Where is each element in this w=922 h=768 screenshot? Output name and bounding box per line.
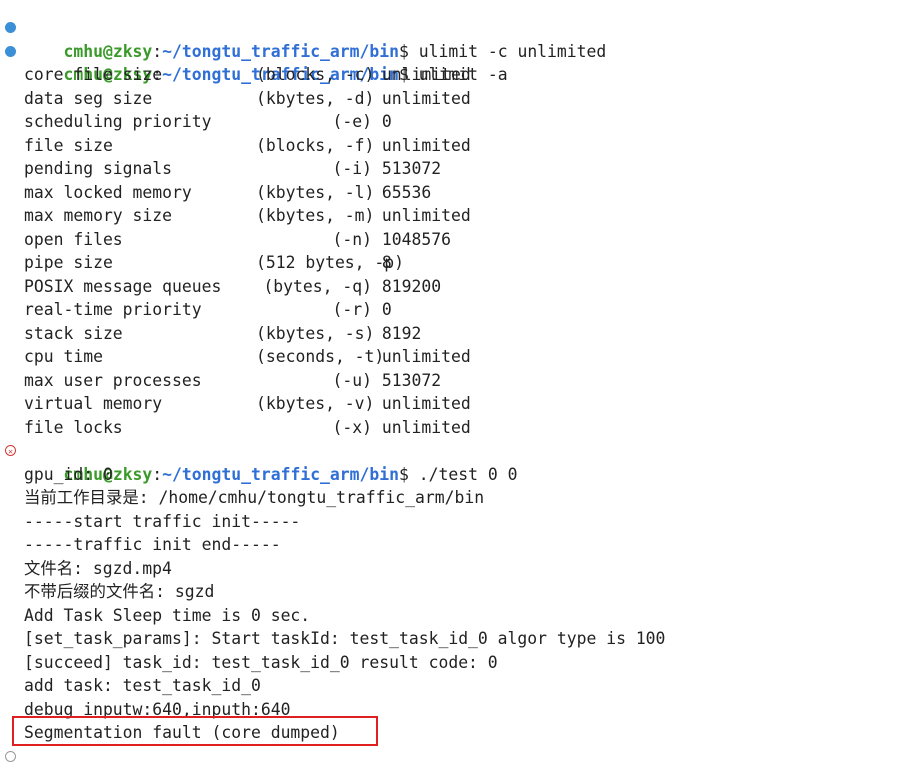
ulimit-name: max user processes (24, 370, 202, 390)
output-line: -----traffic init end----- (24, 535, 281, 554)
output-line: 不带后缀的文件名: sgzd (24, 582, 215, 601)
ulimit-value: unlimited (381, 394, 471, 413)
ulimit-name: virtual memory (24, 394, 163, 413)
ulimit-unit: (bytes, -q) (263, 276, 372, 296)
ulimit-row: stack size (kbytes, -s) 8192 (0, 322, 922, 346)
ulimit-unit: (-i) (332, 159, 372, 178)
ulimit-name: data seg size (24, 88, 153, 108)
ulimit-row: data seg size (kbytes, -d) unlimited (0, 87, 922, 111)
ulimit-name: stack size (24, 323, 123, 343)
ulimit-value: 1048576 (381, 229, 451, 249)
ulimit-row: file locks (-x) unlimited (0, 416, 922, 440)
ulimit-unit: (-n) (332, 229, 372, 249)
ulimit-unit: (-x) (332, 417, 372, 437)
active-prompt-line[interactable]: cmhu@zksy:~/tongtu_traffic_arm/bin$ (0, 745, 922, 768)
ulimit-unit: (kbytes, -v) (256, 394, 375, 413)
output-line: 当前工作目录是: /home/cmhu/tongtu_traffic_arm/b… (24, 488, 485, 507)
ulimit-value: unlimited (381, 65, 471, 84)
ulimit-value: unlimited (381, 417, 471, 437)
output-line: add task: test_task_id_0 (24, 676, 261, 695)
ulimit-unit: (seconds, -t) (256, 347, 385, 366)
ulimit-row: cpu time (seconds, -t) unlimited (0, 345, 922, 369)
ulimit-row: core file size (blocks, -c) unlimited (0, 63, 922, 87)
ulimit-row: pending signals (-i) 513072 (0, 157, 922, 181)
ulimit-unit: (blocks, -f) (256, 135, 375, 155)
ulimit-unit: (blocks, -c) (256, 65, 375, 84)
ulimit-row: open files (-n) 1048576 (0, 228, 922, 252)
error-highlight-box (12, 716, 378, 746)
ulimit-value: 8192 (381, 323, 422, 343)
ulimit-unit: (kbytes, -d) (256, 88, 375, 108)
output-line: 文件名: sgzd.mp4 (24, 558, 172, 578)
output-line: [set_task_params]: Start taskId: test_ta… (24, 629, 666, 648)
error-marker-icon[interactable] (5, 445, 16, 456)
command-line: cmhu@zksy:~/tongtu_traffic_arm/bin$ ./te… (0, 439, 922, 484)
ulimit-name: max memory size (24, 206, 173, 225)
output-line: -----start traffic init----- (24, 511, 301, 531)
command-line: cmhu@zksy:~/tongtu_traffic_arm/bin$ ulim… (0, 40, 922, 84)
ulimit-name: scheduling priority (24, 112, 212, 131)
ulimit-unit: (-r) (332, 300, 372, 319)
ulimit-value: 513072 (381, 159, 442, 178)
success-marker-icon[interactable] (5, 22, 16, 33)
ulimit-unit: (kbytes, -l) (256, 182, 375, 202)
ulimit-value: 0 (381, 300, 392, 319)
ulimit-value: 0 (381, 112, 392, 131)
ulimit-name: pending signals (24, 159, 173, 178)
ulimit-row: max locked memory (kbytes, -l) 65536 (0, 181, 922, 205)
ulimit-row: POSIX message queues (bytes, -q) 819200 (0, 275, 922, 299)
ulimit-value: unlimited (381, 88, 471, 108)
ulimit-row: pipe size (512 bytes, -p) 8 (0, 251, 922, 275)
ulimit-value: unlimited (381, 206, 471, 225)
ulimit-row: max memory size (kbytes, -m) unlimited (0, 204, 922, 228)
ulimit-value: unlimited (381, 347, 471, 366)
ulimit-value: 8 (381, 253, 392, 272)
ulimit-name: file locks (24, 417, 123, 437)
ulimit-row: scheduling priority (-e) 0 (0, 110, 922, 134)
ulimit-value: 513072 (381, 370, 442, 390)
ulimit-unit: (512 bytes, -p) (256, 253, 405, 272)
ulimit-name: cpu time (24, 347, 103, 366)
ulimit-row: virtual memory (kbytes, -v) unlimited (0, 392, 922, 416)
success-marker-icon[interactable] (5, 45, 16, 57)
ulimit-name: core file size (24, 65, 163, 84)
output-line: gpu_id: 0 (24, 464, 113, 484)
output-line: [succeed] task_id: test_task_id_0 result… (24, 652, 498, 672)
ulimit-unit: (-e) (332, 112, 372, 131)
ulimit-row: max user processes (-u) 513072 (0, 369, 922, 393)
ulimit-name: max locked memory (24, 182, 192, 202)
ulimit-unit: (kbytes, -m) (256, 206, 375, 225)
ulimit-row: real-time priority (-r) 0 (0, 298, 922, 322)
ulimit-value: unlimited (381, 135, 471, 155)
command-line: cmhu@zksy:~/tongtu_traffic_arm/bin$ ulim… (0, 16, 922, 61)
ulimit-name: POSIX message queues (24, 276, 222, 296)
ulimit-value: 819200 (381, 276, 442, 296)
ulimit-name: real-time priority (24, 300, 202, 319)
terminal-window[interactable]: cmhu@zksy:~/tongtu_traffic_arm/bin$ ulim… (0, 0, 922, 768)
pending-marker-icon (5, 750, 16, 762)
ulimit-unit: (-u) (332, 370, 372, 390)
output-line: Add Task Sleep time is 0 sec. (24, 605, 311, 625)
ulimit-value: 65536 (381, 182, 432, 202)
ulimit-name: pipe size (24, 253, 113, 272)
ulimit-name: file size (24, 135, 113, 155)
ulimit-name: open files (24, 229, 123, 249)
ulimit-row: file size (blocks, -f) unlimited (0, 134, 922, 158)
ulimit-unit: (kbytes, -s) (256, 323, 375, 343)
